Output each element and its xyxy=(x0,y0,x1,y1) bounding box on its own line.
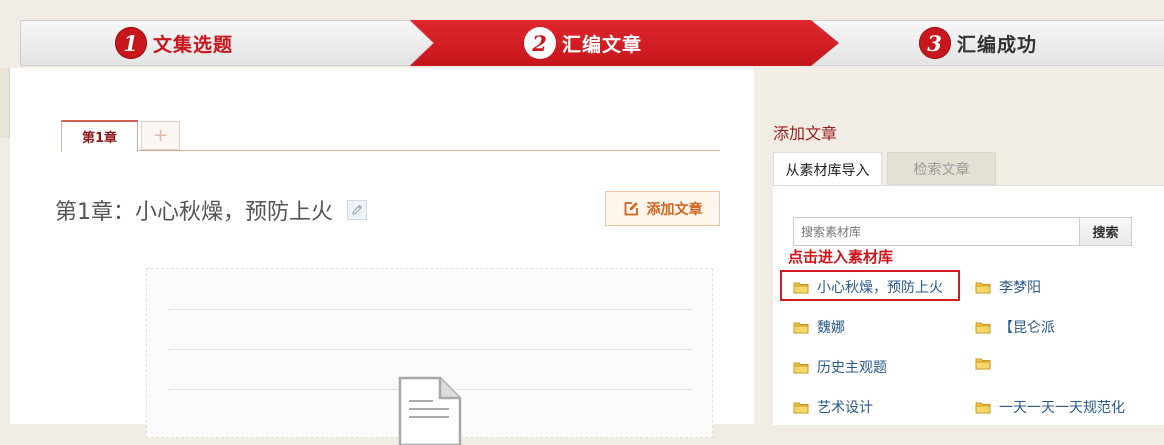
add-article-button[interactable]: 添加文章 xyxy=(605,191,720,226)
document-icon xyxy=(398,376,462,445)
folder-icon xyxy=(975,401,991,414)
folder-icon xyxy=(793,321,809,334)
folder-item[interactable]: 小心秋燥，预防上火 xyxy=(793,277,943,297)
step-2: 2 汇编文章 xyxy=(524,21,642,65)
edit-square-icon xyxy=(623,201,639,217)
folder-icon xyxy=(793,281,809,294)
tab-import-from-library[interactable]: 从素材库导入 xyxy=(773,152,882,186)
folder-label: 历史主观题 xyxy=(817,360,887,376)
folder-label: 魏娜 xyxy=(817,320,845,336)
folder-label: 【昆仑派 xyxy=(999,320,1055,336)
step-1: 1 文集选题 xyxy=(115,21,233,65)
folder-label: 艺术设计 xyxy=(817,400,873,416)
folder-label: 李梦阳 xyxy=(999,280,1041,296)
step-3-label: 汇编成功 xyxy=(957,33,1038,56)
article-drop-area[interactable] xyxy=(146,268,713,445)
folder-icon xyxy=(975,357,991,370)
chapter-title: 第1章：小心秋燥，预防上火 xyxy=(55,200,333,225)
folder-label: 一天一天一天规范化 xyxy=(999,400,1125,416)
add-chapter-tab[interactable]: + xyxy=(141,121,180,150)
folder-item[interactable]: 艺术设计 xyxy=(793,397,873,417)
folder-label: 小心秋燥，预防上火 xyxy=(817,280,943,296)
folder-item[interactable]: 魏娜 xyxy=(793,317,845,337)
add-article-label: 添加文章 xyxy=(646,201,703,218)
folder-item[interactable]: 李梦阳 xyxy=(975,277,1041,297)
folder-item[interactable] xyxy=(975,357,999,370)
left-edge-strip xyxy=(0,68,10,138)
tab-search-articles[interactable]: 检索文章 xyxy=(887,152,996,185)
folder-icon xyxy=(793,361,809,374)
library-panel: 搜索 点击进入素材库 小心秋燥，预防上火 魏娜 历史主观题 艺术设计 李梦阳 【… xyxy=(773,185,1164,425)
step-2-number: 2 xyxy=(524,27,556,59)
edit-pencil-icon[interactable] xyxy=(347,200,367,220)
step-1-number: 1 xyxy=(115,27,147,59)
placeholder-line xyxy=(169,309,691,310)
step-1-label: 文集选题 xyxy=(153,33,234,56)
placeholder-line xyxy=(169,349,691,350)
step-2-label: 汇编文章 xyxy=(562,33,643,56)
folder-item[interactable]: 【昆仑派 xyxy=(975,317,1055,337)
folder-icon xyxy=(975,321,991,334)
folder-icon xyxy=(793,401,809,414)
add-article-sidebar: 添加文章 从素材库导入 检索文章 搜索 点击进入素材库 小心秋燥，预防上火 魏娜… xyxy=(754,68,1164,425)
chapter-heading: 第1章：小心秋燥，预防上火 xyxy=(55,194,367,226)
search-button[interactable]: 搜索 xyxy=(1080,217,1132,246)
progress-steps: 1 文集选题 2 汇编文章 3 汇编成功 xyxy=(20,20,1164,66)
folder-item[interactable]: 历史主观题 xyxy=(793,357,887,377)
sidebar-title: 添加文章 xyxy=(773,124,838,143)
step-separator-icon xyxy=(408,20,434,66)
library-hint: 点击进入素材库 xyxy=(788,248,894,266)
step-3: 3 汇编成功 xyxy=(919,21,1037,65)
folder-item[interactable]: 一天一天一天规范化 xyxy=(975,397,1125,417)
tab-underline xyxy=(61,150,720,151)
tab-chapter-1[interactable]: 第1章 xyxy=(61,120,138,152)
library-search-input[interactable] xyxy=(793,217,1080,246)
step-3-number: 3 xyxy=(919,27,951,59)
folder-icon xyxy=(975,281,991,294)
editor-panel: 第1章 + 第1章：小心秋燥，预防上火 添加文章 xyxy=(10,68,754,445)
